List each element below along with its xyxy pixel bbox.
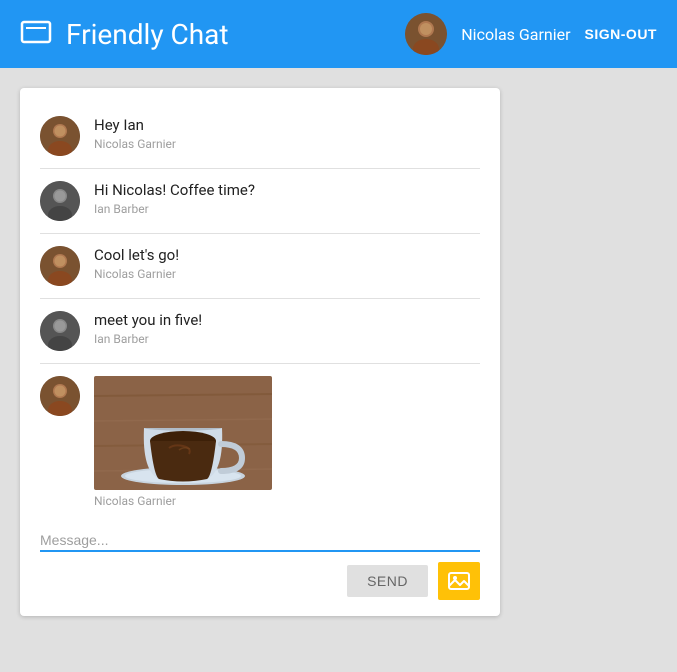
message-text: meet you in five!	[94, 311, 202, 329]
sign-out-button[interactable]: SIGN-OUT	[585, 26, 657, 42]
ian-avatar-img2	[40, 311, 80, 351]
message-body: Cool let's go! Nicolas Garnier	[94, 246, 179, 281]
message-sender: Nicolas Garnier	[94, 137, 176, 151]
message-text: Hi Nicolas! Coffee time?	[94, 181, 255, 199]
table-row: meet you in five! Ian Barber	[40, 299, 480, 364]
image-icon	[448, 570, 470, 592]
input-actions: SEND	[40, 562, 480, 600]
header-username: Nicolas Garnier	[461, 25, 570, 44]
image-upload-button[interactable]	[438, 562, 480, 600]
message-sender: Ian Barber	[94, 202, 255, 216]
table-row: Cool let's go! Nicolas Garnier	[40, 234, 480, 299]
table-row: Hey Ian Nicolas Garnier	[40, 104, 480, 169]
avatar-image	[405, 13, 447, 55]
ian-avatar-img	[40, 181, 80, 221]
chat-icon	[20, 18, 52, 50]
nicolas-avatar-img2	[40, 246, 80, 286]
message-body: Hi Nicolas! Coffee time? Ian Barber	[94, 181, 255, 216]
message-body: Hey Ian Nicolas Garnier	[94, 116, 176, 151]
input-area: SEND	[20, 520, 500, 616]
avatar	[40, 116, 80, 156]
message-text: Cool let's go!	[94, 246, 179, 264]
header-left: Friendly Chat	[20, 18, 229, 51]
nicolas-avatar-img3	[40, 376, 80, 416]
message-body: meet you in five! Ian Barber	[94, 311, 202, 346]
header-right: Nicolas Garnier SIGN-OUT	[405, 13, 657, 55]
table-row: Nicolas Garnier	[40, 364, 480, 520]
avatar	[40, 246, 80, 286]
message-input[interactable]	[40, 530, 480, 552]
avatar	[40, 376, 80, 416]
table-row: Hi Nicolas! Coffee time? Ian Barber	[40, 169, 480, 234]
avatar	[40, 311, 80, 351]
coffee-image	[94, 376, 272, 490]
message-sender: Nicolas Garnier	[94, 267, 179, 281]
app-title: Friendly Chat	[66, 18, 229, 51]
app-header: Friendly Chat Nicolas Garnier SIGN-OUT	[0, 0, 677, 68]
nicolas-avatar-img	[40, 116, 80, 156]
message-sender: Ian Barber	[94, 332, 202, 346]
avatar	[40, 181, 80, 221]
message-text: Hey Ian	[94, 116, 176, 134]
messages-list: Hey Ian Nicolas Garnier Hi Nicolas! Coff…	[20, 88, 500, 520]
message-sender: Nicolas Garnier	[94, 494, 272, 508]
send-button[interactable]: SEND	[347, 565, 428, 597]
main-content: Hey Ian Nicolas Garnier Hi Nicolas! Coff…	[0, 68, 677, 636]
message-body: Nicolas Garnier	[94, 376, 272, 508]
user-avatar	[405, 13, 447, 55]
chat-card: Hey Ian Nicolas Garnier Hi Nicolas! Coff…	[20, 88, 500, 616]
